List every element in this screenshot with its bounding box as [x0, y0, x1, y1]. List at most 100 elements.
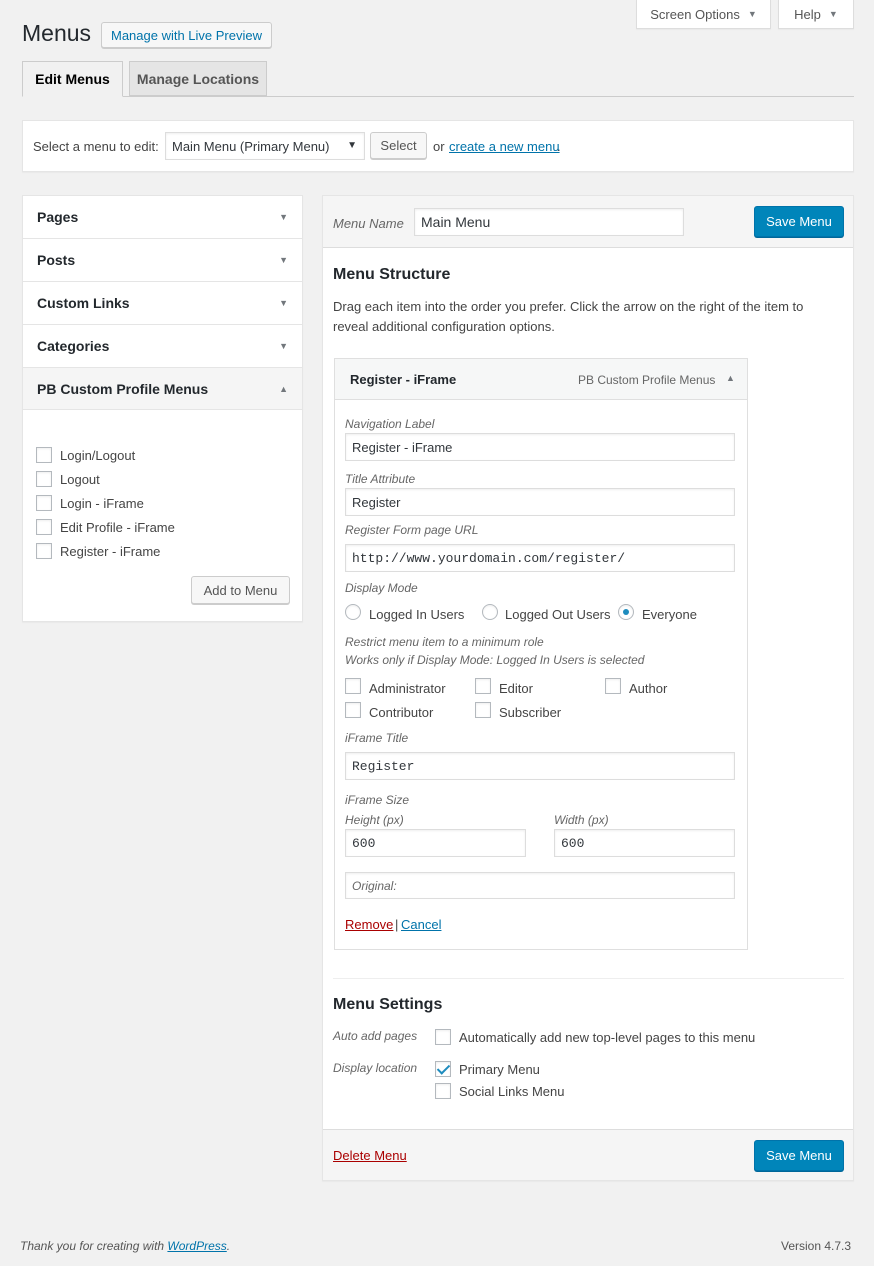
tab-edit-menus[interactable]: Edit Menus: [22, 61, 123, 97]
structure-desc-2: reveal additional configuration options.: [333, 319, 555, 334]
width-label: Width (px): [554, 813, 609, 827]
checkbox-auto-add[interactable]: [435, 1029, 451, 1045]
help-label: Help: [794, 6, 821, 22]
menu-name-input[interactable]: Main Menu: [414, 208, 684, 236]
arrow-down-icon: ▼: [279, 212, 288, 222]
url-label: Register Form page URL: [345, 523, 479, 537]
checkbox-logout[interactable]: [36, 471, 52, 487]
title-attr-label: Title Attribute: [345, 472, 416, 486]
help-button[interactable]: Help ▼: [778, 0, 854, 29]
structure-desc-1: Drag each item into the order you prefer…: [333, 299, 804, 314]
caret-down-icon: ▼: [828, 9, 838, 19]
radio-label: Logged In Users: [369, 607, 465, 622]
iframe-title-input[interactable]: Register: [345, 752, 735, 780]
tab-manage-locations[interactable]: Manage Locations: [129, 61, 267, 96]
wordpress-link[interactable]: WordPress: [167, 1239, 226, 1253]
height-input[interactable]: 600: [345, 829, 526, 857]
location-label: Primary Menu: [459, 1062, 540, 1077]
checkbox-role-administrator[interactable]: [345, 678, 361, 694]
live-preview-button[interactable]: Manage with Live Preview: [101, 22, 272, 48]
arrow-up-icon: ▲: [279, 384, 288, 394]
radio-everyone[interactable]: [618, 604, 634, 620]
screen-options-button[interactable]: Screen Options ▼: [636, 0, 771, 29]
checkbox-social-links-menu[interactable]: [435, 1083, 451, 1099]
title-attr-input[interactable]: Register: [345, 488, 735, 516]
height-label: Height (px): [345, 813, 404, 827]
item-label: Login - iFrame: [60, 496, 144, 511]
iframe-title-label: iFrame Title: [345, 731, 409, 745]
settings-divider: [333, 978, 844, 979]
add-to-menu-button[interactable]: Add to Menu: [191, 576, 290, 604]
width-input[interactable]: 600: [554, 829, 735, 857]
delete-menu-link[interactable]: Delete Menu: [333, 1148, 407, 1163]
arrow-down-icon: ▼: [279, 255, 288, 265]
radio-label: Everyone: [642, 607, 697, 622]
role-label: Editor: [499, 681, 533, 696]
menu-items-accordion: Pages ▼ Posts ▼ Custom Links ▼ Categorie…: [22, 195, 303, 622]
restrict-line-2: Works only if Display Mode: Logged In Us…: [345, 653, 645, 667]
page-title: Menus: [22, 20, 92, 46]
menu-structure-title: Menu Structure: [333, 266, 451, 283]
original-label: Original:: [352, 878, 397, 893]
accordion-label: Posts: [37, 252, 76, 268]
checkbox-login-logout[interactable]: [36, 447, 52, 463]
version-text: Version 4.7.3: [781, 1239, 852, 1253]
remove-link[interactable]: Remove: [345, 917, 393, 932]
arrow-down-icon: ▼: [279, 341, 288, 351]
create-menu-link[interactable]: create a new menu: [449, 139, 560, 154]
checkbox-role-contributor[interactable]: [345, 702, 361, 718]
menu-select[interactable]: Main Menu (Primary Menu) ▼: [165, 132, 365, 160]
role-label: Author: [629, 681, 668, 696]
save-menu-button-bottom[interactable]: Save Menu: [754, 1140, 844, 1171]
item-label: Login/Logout: [60, 448, 136, 463]
select-menu-label: Select a menu to edit:: [33, 139, 159, 154]
menu-editor: Menu Name Main Menu Save Menu Menu Struc…: [322, 195, 854, 1181]
original-field: Original:: [345, 872, 735, 899]
tabs-baseline: [22, 96, 854, 97]
screen-options-label: Screen Options: [650, 6, 740, 22]
nav-label-input[interactable]: Register - iFrame: [345, 433, 735, 461]
accordion-categories[interactable]: Categories ▼: [23, 325, 302, 368]
checkbox-login-iframe[interactable]: [36, 495, 52, 511]
accordion-label: Categories: [37, 338, 110, 354]
item-label: Register - iFrame: [60, 544, 161, 559]
select-button[interactable]: Select: [370, 132, 427, 159]
auto-add-text: Automatically add new top-level pages to…: [459, 1030, 756, 1045]
link-separator: |: [395, 917, 399, 932]
footer-thanks: Thank you for creating with WordPress.: [20, 1239, 230, 1253]
menu-name-label: Menu Name: [333, 216, 404, 231]
footer-period: .: [226, 1239, 231, 1253]
arrow-up-icon[interactable]: ▲: [726, 373, 735, 383]
url-input[interactable]: http://www.yourdomain.com/register/: [345, 544, 735, 572]
checkbox-edit-profile-iframe[interactable]: [36, 519, 52, 535]
checkbox-register-iframe[interactable]: [36, 543, 52, 559]
role-label: Subscriber: [499, 705, 562, 720]
radio-logged-in-users[interactable]: [345, 604, 361, 620]
cancel-link[interactable]: Cancel: [401, 917, 441, 932]
accordion-posts[interactable]: Posts ▼: [23, 239, 302, 282]
item-label: Edit Profile - iFrame: [60, 520, 175, 535]
accordion-label: Pages: [37, 209, 79, 225]
checkbox-role-editor[interactable]: [475, 678, 491, 694]
checkbox-primary-menu[interactable]: [435, 1061, 451, 1077]
nav-label-label: Navigation Label: [345, 417, 435, 431]
item-label: Logout: [60, 472, 100, 487]
menu-item-handle[interactable]: Register - iFrame PB Custom Profile Menu…: [335, 359, 747, 400]
location-label: Social Links Menu: [459, 1084, 565, 1099]
accordion-custom-links[interactable]: Custom Links ▼: [23, 282, 302, 325]
caret-down-icon: ▼: [747, 9, 757, 19]
radio-logged-out-users[interactable]: [482, 604, 498, 620]
menu-item-type: PB Custom Profile Menus: [578, 373, 716, 387]
save-menu-button-top[interactable]: Save Menu: [754, 206, 844, 237]
accordion-pages[interactable]: Pages ▼: [23, 196, 302, 239]
select-arrow-icon: ▼: [347, 140, 357, 151]
footer-thanks-text: Thank you for creating with: [20, 1239, 165, 1253]
accordion-pb-custom-profile-menus[interactable]: PB Custom Profile Menus ▲: [23, 368, 302, 410]
menu-settings-title: Menu Settings: [333, 996, 443, 1013]
checkbox-role-subscriber[interactable]: [475, 702, 491, 718]
accordion-label: Custom Links: [37, 295, 130, 311]
menu-item-register-iframe: Register - iFrame PB Custom Profile Menu…: [334, 358, 748, 950]
restrict-line-1: Restrict menu item to a minimum role: [345, 635, 544, 649]
checkbox-role-author[interactable]: [605, 678, 621, 694]
accordion-label: PB Custom Profile Menus: [37, 380, 209, 397]
